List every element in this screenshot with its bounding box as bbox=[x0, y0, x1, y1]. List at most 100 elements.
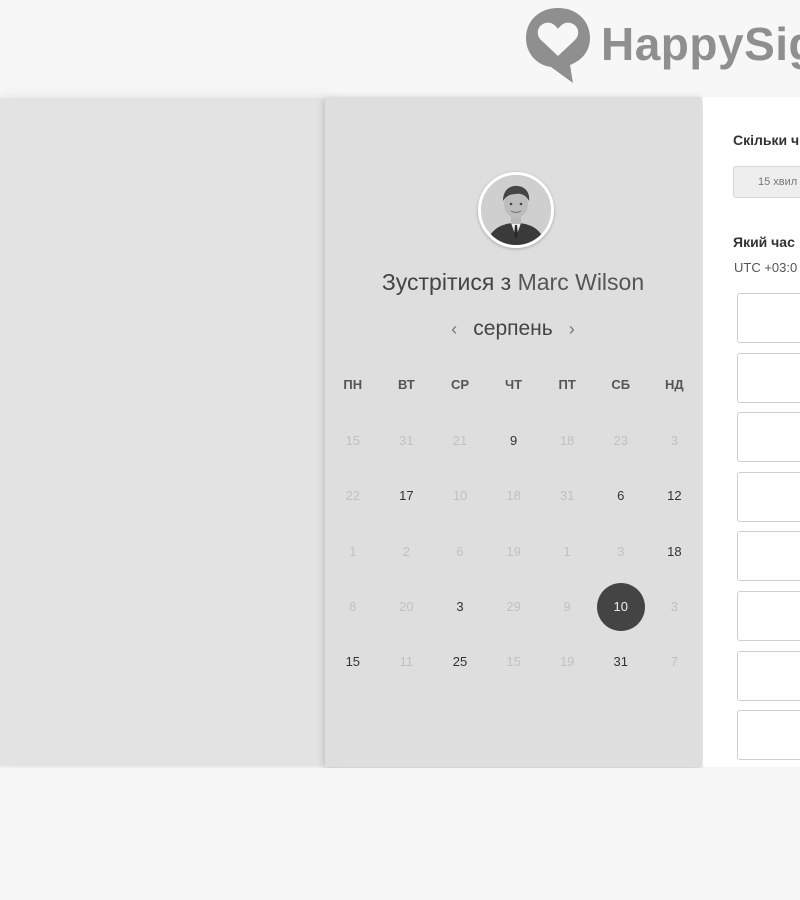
calendar-day-number: 20 bbox=[399, 599, 414, 615]
calendar-day-number: 9 bbox=[509, 433, 518, 449]
calendar-day: 6 bbox=[433, 524, 487, 579]
heading-prefix: Зустрітися з bbox=[381, 269, 512, 295]
calendar-day-number: 7 bbox=[670, 654, 678, 670]
time-slot-button[interactable] bbox=[737, 293, 800, 343]
calendar-day: 31 bbox=[540, 468, 594, 523]
brand-logo: HappySig bbox=[523, 2, 800, 86]
host-avatar bbox=[478, 172, 554, 248]
calendar-day-selected[interactable]: 10 bbox=[594, 579, 648, 634]
calendar-day: 1 bbox=[326, 524, 380, 579]
month-label: серпень bbox=[473, 317, 553, 340]
calendar-day: 3 bbox=[648, 413, 702, 468]
calendar-day[interactable]: 15 bbox=[326, 634, 380, 689]
time-slot-button[interactable] bbox=[737, 650, 800, 701]
blurred-left-panel bbox=[0, 98, 330, 766]
calendar-day-number: 18 bbox=[506, 488, 521, 504]
calendar-day-number: 29 bbox=[506, 599, 521, 615]
calendar-day: 3 bbox=[648, 579, 702, 634]
calendar-day-number: 10 bbox=[596, 582, 645, 631]
calendar-day: 15 bbox=[487, 634, 541, 689]
weekday-label: ЧТ bbox=[505, 377, 523, 392]
calendar-day-number: 6 bbox=[456, 543, 464, 559]
calendar-day-number: 15 bbox=[345, 433, 361, 449]
calendar-day: 18 bbox=[487, 468, 541, 523]
chevron-left-icon[interactable]: ‹ bbox=[441, 319, 467, 340]
calendar-day-number: 17 bbox=[399, 488, 414, 504]
calendar-day-number: 3 bbox=[617, 543, 625, 559]
calendar-day-number: 31 bbox=[399, 433, 414, 449]
calendar-day-number: 6 bbox=[617, 488, 625, 504]
calendar-day-number: 10 bbox=[452, 488, 468, 504]
calendar-day: 1 bbox=[540, 524, 594, 579]
calendar-day-number: 15 bbox=[345, 654, 361, 670]
calendar-day-number: 21 bbox=[452, 433, 468, 449]
time-slot-button[interactable] bbox=[737, 591, 800, 641]
calendar-day[interactable]: 3 bbox=[433, 579, 487, 634]
calendar-day-number: 12 bbox=[667, 488, 682, 504]
month-navigation: ‹ серпень › bbox=[325, 317, 701, 341]
calendar-day-number: 18 bbox=[559, 433, 575, 449]
calendar-card: Зустрітися з Marc Wilson ‹ серпень › ПН В… bbox=[325, 97, 701, 767]
calendar-day: 19 bbox=[540, 634, 594, 689]
host-name: Marc Wilson bbox=[517, 269, 645, 295]
timezone-label: UTC +03:0 bbox=[734, 260, 798, 275]
calendar-day: 29 bbox=[487, 579, 541, 634]
calendar-day: 7 bbox=[648, 634, 702, 689]
calendar-day-number: 15 bbox=[506, 654, 521, 670]
calendar-day-number: 1 bbox=[349, 543, 357, 559]
calendar-day: 2 bbox=[380, 524, 434, 579]
calendar-day: 20 bbox=[380, 579, 434, 634]
calendar-day-number: 19 bbox=[559, 654, 575, 670]
time-slot-button[interactable] bbox=[737, 531, 800, 582]
calendar-day-number: 2 bbox=[402, 543, 410, 559]
calendar-day: 21 bbox=[433, 413, 487, 468]
weekday-label: ПТ bbox=[558, 377, 576, 392]
calendar-day: 15 bbox=[326, 413, 380, 468]
time-slot-button[interactable] bbox=[737, 471, 800, 522]
calendar-day: 22 bbox=[326, 468, 380, 523]
weekday-header: ПН ВТ СР ЧТ ПТ СБ НД bbox=[326, 377, 701, 392]
calendar-day[interactable]: 17 bbox=[380, 468, 434, 523]
time-slot-button[interactable] bbox=[737, 412, 800, 463]
calendar-day-number: 19 bbox=[506, 543, 521, 559]
booking-options-panel: Скільки ч 15 хвил Який час UTC +03:0 bbox=[703, 97, 800, 767]
calendar-day-number: 9 bbox=[563, 599, 571, 615]
chevron-right-icon[interactable]: › bbox=[559, 319, 585, 340]
calendar-day-number: 3 bbox=[670, 433, 678, 449]
calendar-day: 11 bbox=[380, 634, 434, 689]
duration-option-button[interactable]: 15 хвил bbox=[733, 166, 800, 198]
time-title: Який час bbox=[733, 234, 795, 250]
weekday-label: НД bbox=[665, 377, 684, 392]
weekday-label: ВТ bbox=[397, 377, 415, 392]
weekday-label: СР bbox=[450, 377, 470, 392]
calendar-day[interactable]: 12 bbox=[648, 468, 702, 523]
calendar-day-number: 22 bbox=[345, 488, 361, 504]
calendar-day-number: 31 bbox=[559, 488, 575, 504]
calendar-day[interactable]: 6 bbox=[594, 468, 648, 523]
calendar-day: 19 bbox=[487, 524, 541, 579]
calendar-day-number: 3 bbox=[670, 599, 678, 615]
calendar-day: 23 bbox=[594, 413, 648, 468]
brand-name: HappySig bbox=[601, 18, 800, 70]
calendar-day: 3 bbox=[594, 524, 648, 579]
calendar-day[interactable]: 18 bbox=[648, 524, 702, 579]
calendar-day: 8 bbox=[326, 579, 380, 634]
booking-page: HappySig Зустрітися з Marc Wilson ‹ серп… bbox=[0, 0, 800, 900]
weekday-label: ПН bbox=[343, 377, 363, 392]
calendar-day[interactable]: 25 bbox=[433, 634, 487, 689]
calendar-day-number: 11 bbox=[399, 654, 414, 670]
calendar-day-grid: 15 31 21 9 18 23 3 22 17 10 18 31 6 12 1 2 6 19 1 3 18 8 20 3 29… bbox=[326, 413, 701, 689]
calendar-day-number: 1 bbox=[563, 543, 571, 559]
weekday-label: СБ bbox=[611, 377, 631, 392]
calendar-day: 31 bbox=[380, 413, 434, 468]
calendar-day-number: 3 bbox=[456, 599, 464, 615]
duration-title: Скільки ч bbox=[733, 132, 800, 148]
page-footer-area bbox=[0, 768, 800, 900]
time-slot-button[interactable] bbox=[737, 710, 800, 761]
time-slot-button[interactable] bbox=[737, 352, 800, 403]
calendar-day[interactable]: 9 bbox=[487, 413, 541, 468]
calendar-day[interactable]: 31 bbox=[594, 634, 648, 689]
meeting-heading: Зустрітися з Marc Wilson bbox=[325, 269, 701, 296]
calendar-day: 18 bbox=[540, 413, 594, 468]
calendar-day-number: 23 bbox=[613, 433, 628, 449]
